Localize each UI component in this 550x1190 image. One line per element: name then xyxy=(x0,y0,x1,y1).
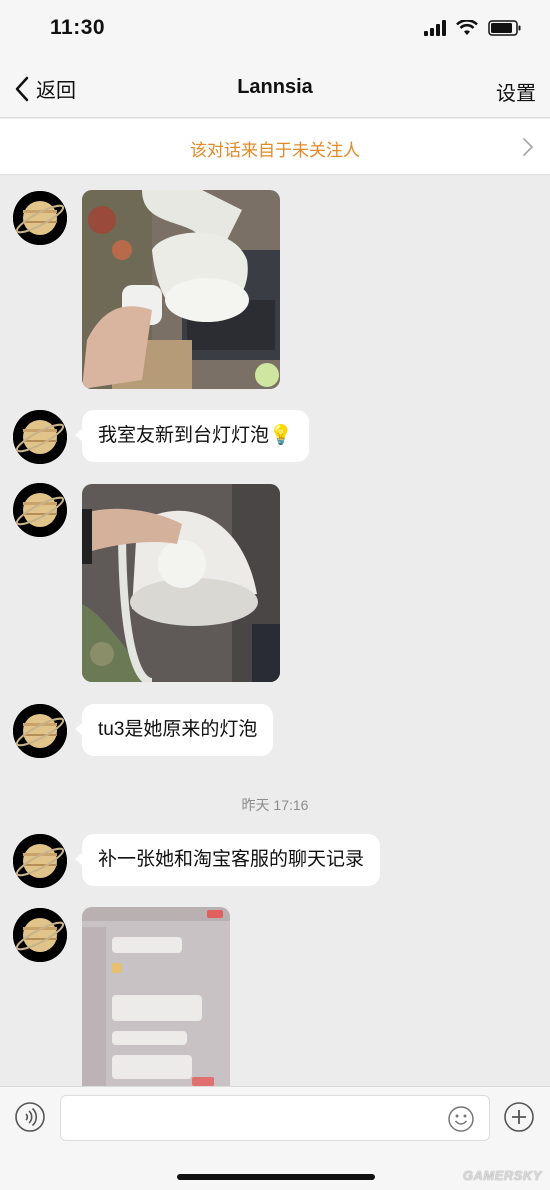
home-indicator xyxy=(177,1174,375,1180)
message-bubble[interactable]: tu3是她原来的灯泡 xyxy=(74,704,274,756)
settings-button[interactable]: 设置 xyxy=(496,77,536,106)
status-icons xyxy=(424,20,522,36)
photo-chat-screenshot xyxy=(82,907,230,1086)
message-bubble[interactable]: 我室友新到台灯灯泡💡 xyxy=(75,410,309,462)
stranger-notice-text: 该对话来自于未关注人 xyxy=(190,141,360,160)
avatar[interactable] xyxy=(13,834,67,888)
avatar[interactable] xyxy=(13,410,67,464)
stranger-notice-bar[interactable]: 该对话来自于未关注人 xyxy=(0,119,550,175)
message-photo[interactable] xyxy=(82,190,280,389)
status-bar: 11:30 xyxy=(0,0,550,60)
saturn-avatar-icon xyxy=(13,483,67,537)
status-time: 11:30 xyxy=(50,16,106,39)
message-bubble[interactable]: 补一张她和淘宝客服的聊天记录 xyxy=(74,834,381,886)
cellular-signal-icon xyxy=(424,20,446,36)
watermark: GAMERSKY xyxy=(462,1168,542,1183)
avatar[interactable] xyxy=(13,483,67,537)
saturn-avatar-icon xyxy=(13,191,67,245)
wifi-icon xyxy=(456,20,478,35)
avatar[interactable] xyxy=(13,908,67,962)
message-photo[interactable] xyxy=(82,907,230,1086)
saturn-avatar-icon xyxy=(13,908,67,962)
chevron-right-icon xyxy=(523,138,534,156)
page-title: Lannsia xyxy=(237,76,313,98)
saturn-avatar-icon xyxy=(13,410,67,464)
chat-timestamp: 昨天 17:16 xyxy=(241,797,309,813)
photo-desk-lamp-with-bulb xyxy=(82,190,280,389)
photo-bulb-in-lamp xyxy=(82,484,280,682)
voice-input-icon[interactable] xyxy=(14,1101,46,1133)
message-photo[interactable] xyxy=(82,484,280,682)
emoji-icon[interactable] xyxy=(447,1105,475,1133)
avatar[interactable] xyxy=(13,704,67,758)
message-input[interactable] xyxy=(60,1095,490,1141)
battery-icon xyxy=(488,20,521,36)
saturn-avatar-icon xyxy=(13,704,67,758)
saturn-avatar-icon xyxy=(13,834,67,888)
plus-icon[interactable] xyxy=(503,1101,535,1133)
avatar[interactable] xyxy=(13,191,67,245)
navigation-bar: 返回 Lannsia 设置 xyxy=(0,60,550,118)
